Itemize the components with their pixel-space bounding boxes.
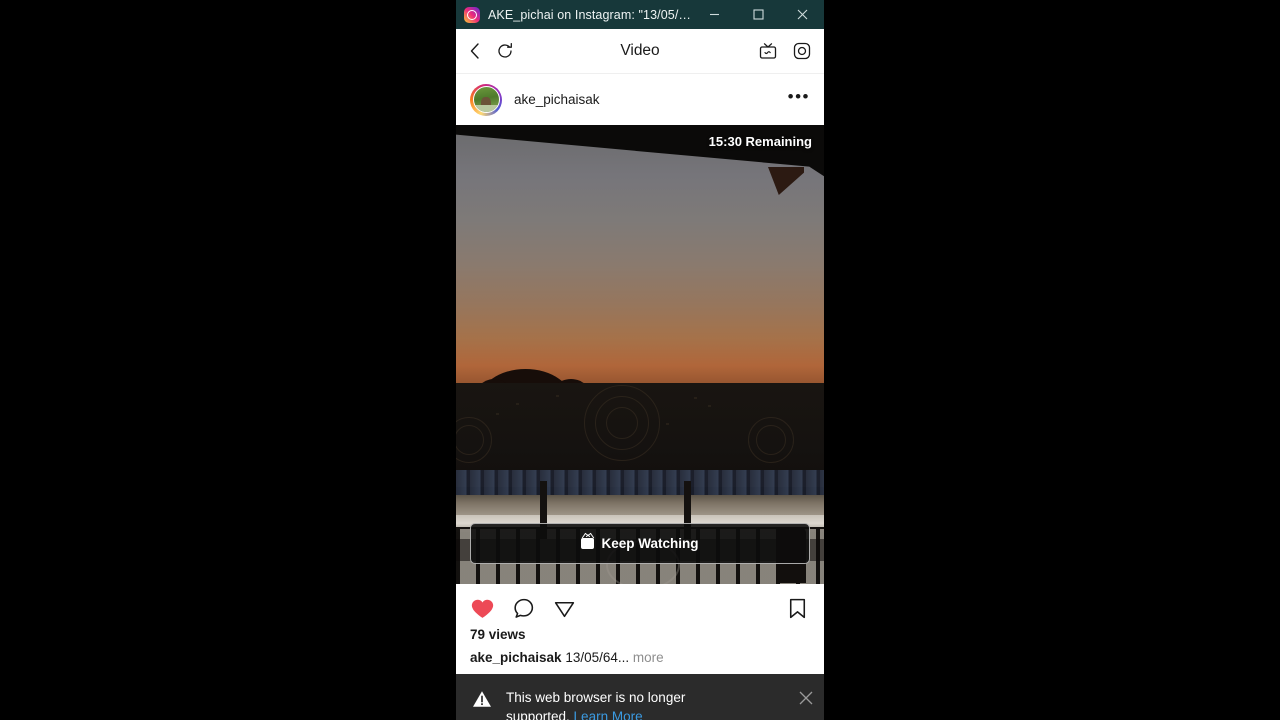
- post-actions: [456, 584, 824, 621]
- minimize-button[interactable]: [692, 0, 736, 29]
- caption-more-link[interactable]: more: [633, 650, 664, 665]
- window-titlebar[interactable]: AKE_pichai on Instagram: "13/05/64 #pu..…: [456, 0, 824, 29]
- banner-line-2-prefix: supported.: [506, 709, 574, 720]
- reload-icon[interactable]: [496, 42, 514, 60]
- video-rail-band: [456, 470, 824, 498]
- maximize-button[interactable]: [736, 0, 780, 29]
- comment-icon[interactable]: [511, 596, 536, 621]
- screen: AKE_pichai on Instagram: "13/05/64 #pu..…: [0, 0, 1280, 720]
- avatar[interactable]: [470, 83, 502, 116]
- browser-window: AKE_pichai on Instagram: "13/05/64 #pu..…: [456, 0, 824, 720]
- window-title: AKE_pichai on Instagram: "13/05/64 #pu..…: [488, 7, 692, 22]
- post-header: ake_pichaisak •••: [456, 74, 824, 125]
- banner-line-1: This web browser is no longer: [506, 690, 686, 705]
- banner-message: This web browser is no longer supported.…: [506, 688, 790, 720]
- warning-icon: [472, 690, 492, 708]
- close-icon[interactable]: [798, 690, 814, 711]
- instagram-icon: [464, 6, 480, 23]
- bookmark-icon[interactable]: [785, 596, 810, 621]
- app-header: Video: [456, 29, 824, 74]
- igtv-icon[interactable]: [758, 41, 778, 61]
- video-ledge-upper: [456, 495, 824, 515]
- share-icon[interactable]: [552, 596, 577, 621]
- camera-icon[interactable]: [792, 41, 812, 61]
- learn-more-link[interactable]: Learn More: [574, 709, 643, 720]
- video-player[interactable]: 15:30 Remaining Keep Watching: [456, 125, 824, 584]
- time-remaining-label: 15:30 Remaining: [708, 134, 812, 149]
- keep-watching-label: Keep Watching: [601, 536, 699, 551]
- window-controls: [692, 0, 824, 29]
- post-username[interactable]: ake_pichaisak: [514, 92, 600, 107]
- post-options-icon[interactable]: •••: [788, 88, 810, 107]
- post-caption: ake_pichaisak 13/05/64... more: [456, 642, 824, 677]
- caption-username[interactable]: ake_pichaisak: [470, 650, 562, 665]
- view-count: 79 views: [456, 621, 824, 642]
- unsupported-browser-banner: This web browser is no longer supported.…: [456, 674, 824, 720]
- keep-watching-button[interactable]: Keep Watching: [470, 523, 810, 564]
- close-button[interactable]: [780, 0, 824, 29]
- igtv-icon: [581, 538, 595, 549]
- back-chevron-icon[interactable]: [468, 42, 483, 60]
- heart-icon[interactable]: [470, 596, 495, 621]
- caption-text: 13/05/64...: [565, 650, 630, 665]
